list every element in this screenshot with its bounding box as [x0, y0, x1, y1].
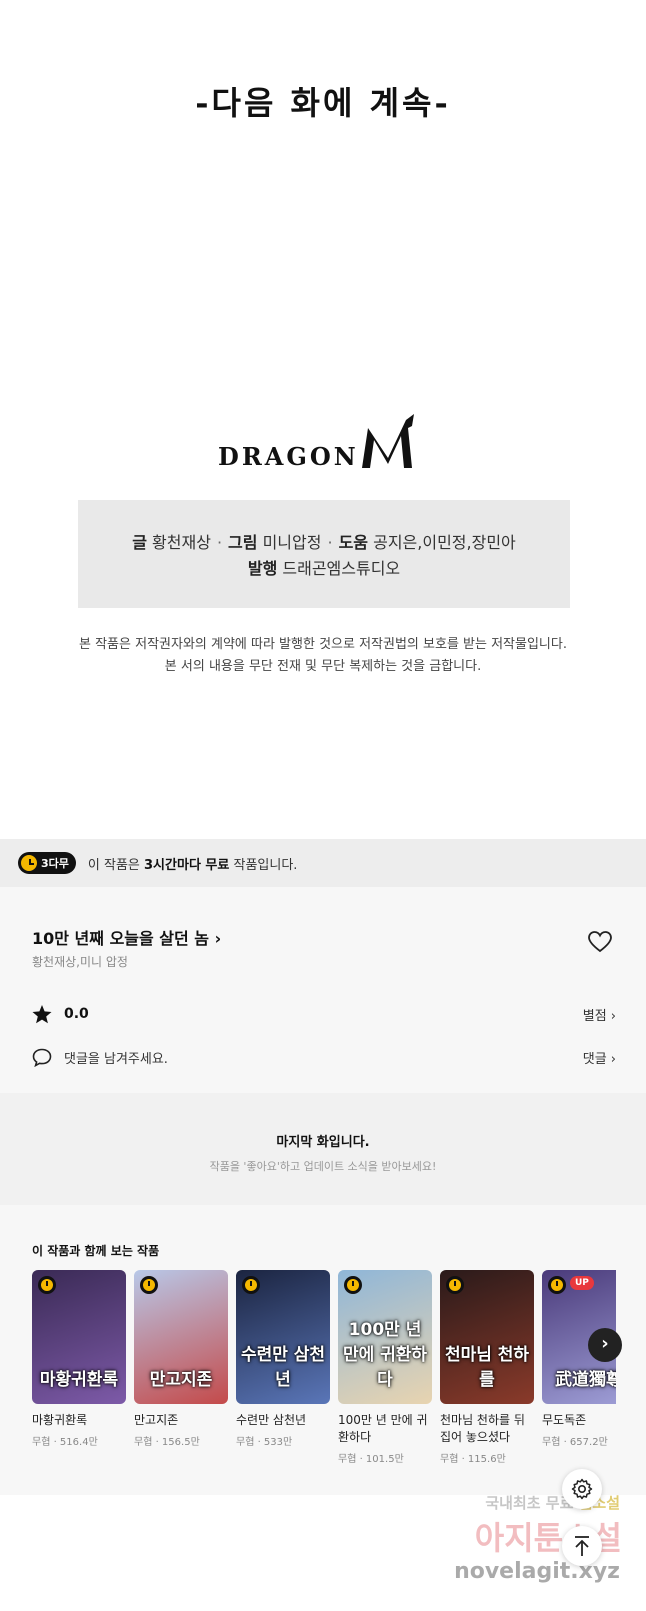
copyright-line-2: 본 서의 내용을 무단 전재 및 무단 복제하는 것을 금합니다. [164, 659, 482, 674]
rating-row: 0.0 별점 › [32, 1001, 616, 1027]
cover-thumbnail[interactable]: 수련만 삼천년 [236, 1270, 330, 1404]
site-watermark: 국내최초 무료 웹소설 아지툰소설 novelagit.xyz [446, 1492, 646, 1584]
credits-line-2: 발행 드래곤엠스튜디오 [247, 559, 401, 578]
clock-icon [344, 1276, 362, 1294]
comment-bubble-icon [32, 1048, 52, 1067]
rating-link[interactable]: 별점 › [583, 1005, 616, 1024]
recommended-list: 마황귀환록 마황귀환록 무협 · 516.4만 만고지존 만고지존 무협 · 1… [32, 1270, 616, 1490]
recommended-meta: 무협 · 657.2만 [542, 1437, 608, 1448]
clock-icon [38, 1276, 56, 1294]
cover-title: 천마님 천하를 [444, 1345, 530, 1390]
recommended-item[interactable]: 수련만 삼천년 수련만 삼천년 무협 · 533만 [236, 1270, 330, 1490]
cover-title: 100만 년 만에 귀환하다 [342, 1320, 428, 1390]
recommended-meta: 무협 · 115.6만 [440, 1454, 506, 1465]
recommended-title[interactable]: 천마님 천하를 뒤집어 놓으셨다 [440, 1412, 534, 1446]
cover-thumbnail[interactable]: 천마님 천하를 [440, 1270, 534, 1404]
cover-thumbnail[interactable]: 100만 년 만에 귀환하다 [338, 1270, 432, 1404]
cover-title: 만고지존 [149, 1370, 213, 1390]
clock-icon [242, 1276, 260, 1294]
recommended-meta: 무협 · 101.5만 [338, 1454, 404, 1465]
recommended-heading: 이 작품과 함께 보는 작품 [32, 1244, 160, 1258]
series-info-card: 10만 년째 오늘을 살던 놈 › 황천재상,미니 압정 0.0 별점 › 댓글… [0, 887, 646, 1093]
recommended-item[interactable]: 마황귀환록 마황귀환록 무협 · 516.4만 [32, 1270, 126, 1490]
recommended-item[interactable]: UP 武道獨尊 무도독존 무협 · 657.2만 [542, 1270, 616, 1490]
recommended-item[interactable]: 천마님 천하를 천마님 천하를 뒤집어 놓으셨다 무협 · 115.6만 [440, 1270, 534, 1490]
logo-wordmark: DRAGON [218, 442, 359, 471]
series-authors: 황천재상,미니 압정 [32, 955, 128, 969]
cover-thumbnail[interactable]: 만고지존 [134, 1270, 228, 1404]
arrow-up-icon [575, 1536, 589, 1556]
scroll-to-top-button[interactable] [562, 1526, 602, 1566]
viewer-settings-button[interactable] [562, 1469, 602, 1509]
publisher-logo: DRAGON [218, 414, 430, 474]
recommended-title[interactable]: 마황귀환록 [32, 1412, 126, 1429]
last-episode-title: 마지막 화입니다. [276, 1135, 370, 1150]
recommended-item[interactable]: 100만 년 만에 귀환하다 100만 년 만에 귀환하다 무협 · 101.5… [338, 1270, 432, 1490]
up-badge: UP [570, 1276, 594, 1290]
copyright-notice: 본 작품은 저작권자와의 계약에 따라 발행한 것으로 저작권법의 보호를 받는… [0, 634, 646, 678]
clock-icon [446, 1276, 464, 1294]
free-every-3h-banner: 3다무 이 작품은 3시간마다 무료 작품입니다. [0, 839, 646, 887]
recommended-meta: 무협 · 156.5만 [134, 1437, 200, 1448]
credits-line-1: 글 황천재상 · 그림 미니압정 · 도움 공지은,이민정,장민아 [132, 533, 516, 552]
comment-link[interactable]: 댓글 › [583, 1048, 616, 1067]
cover-title: 마황귀환록 [39, 1370, 119, 1390]
cover-thumbnail[interactable]: 마황귀환록 [32, 1270, 126, 1404]
cover-title: 수련만 삼천년 [240, 1345, 326, 1390]
carousel-next-button[interactable]: › [588, 1328, 622, 1362]
recommended-item[interactable]: 만고지존 만고지존 무협 · 156.5만 [134, 1270, 228, 1490]
cover-title: 武道獨尊 [555, 1370, 616, 1390]
clock-icon [21, 855, 37, 871]
clock-icon [548, 1276, 566, 1294]
free-banner-text: 이 작품은 3시간마다 무료 작품입니다. [87, 857, 298, 873]
star-icon [32, 1004, 52, 1023]
like-heart-icon[interactable] [588, 931, 612, 957]
series-title-link[interactable]: 10만 년째 오늘을 살던 놈 › [32, 925, 221, 949]
recommended-title[interactable]: 무도독존 [542, 1412, 616, 1429]
recommended-section: 이 작품과 함께 보는 작품 마황귀환록 마황귀환록 무협 · 516.4만 만… [0, 1205, 646, 1495]
watermark-line-3: novelagit.xyz [454, 1559, 620, 1584]
last-episode-notice: 마지막 화입니다. 작품을 '좋아요'하고 업데이트 소식을 받아보세요! [0, 1093, 646, 1205]
credits-box: 글 황천재상 · 그림 미니압정 · 도움 공지은,이민정,장민아 발행 드래곤엠스튜디… [78, 500, 570, 608]
to-be-continued-text: -다음 화에 계속- [195, 84, 451, 122]
gear-icon [571, 1478, 593, 1500]
logo-m-mark [362, 414, 414, 468]
recommended-title[interactable]: 만고지존 [134, 1412, 228, 1429]
comment-row[interactable]: 댓글을 남겨주세요. 댓글 › [32, 1044, 616, 1070]
comment-prompt[interactable]: 댓글을 남겨주세요. [64, 1048, 168, 1067]
free-badge: 3다무 [18, 852, 76, 874]
recommended-meta: 무협 · 533만 [236, 1437, 293, 1448]
recommended-title[interactable]: 수련만 삼천년 [236, 1412, 330, 1429]
rating-value: 0.0 [64, 1006, 89, 1022]
clock-icon [140, 1276, 158, 1294]
recommended-meta: 무협 · 516.4만 [32, 1437, 98, 1448]
recommended-title[interactable]: 100만 년 만에 귀환하다 [338, 1412, 432, 1446]
last-episode-subtitle: 작품을 '좋아요'하고 업데이트 소식을 받아보세요! [209, 1160, 437, 1173]
copyright-line-1: 본 작품은 저작권자와의 계약에 따라 발행한 것으로 저작권법의 보호를 받는… [79, 637, 567, 652]
